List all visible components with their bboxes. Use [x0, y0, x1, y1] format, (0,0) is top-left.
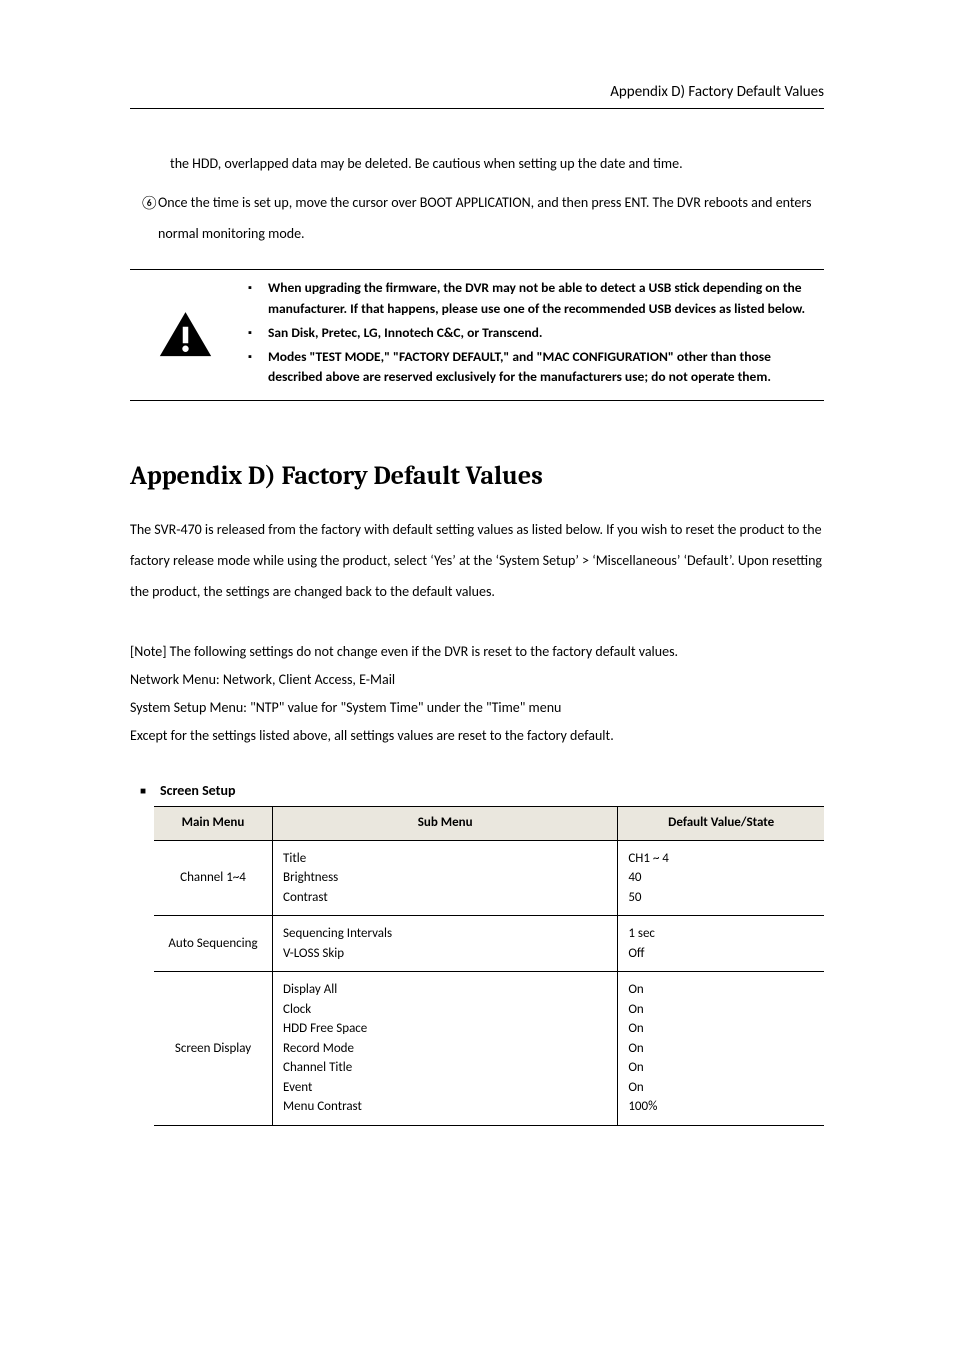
cell-default: CH1 ~ 4 40 50 [618, 840, 824, 916]
table-row: Screen Display Display All Clock HDD Fre… [154, 972, 824, 1126]
cell-main: Auto Sequencing [154, 916, 273, 972]
th-main: Main Menu [154, 807, 273, 841]
cell-sub: Display All Clock HDD Free Space Record … [273, 972, 618, 1126]
th-sub: Sub Menu [273, 807, 618, 841]
table-row: Channel 1~4 Title Brightness Contrast CH… [154, 840, 824, 916]
caution-list: ▪ When upgrading the firmware, the DVR m… [240, 278, 824, 391]
caution-text: San Disk, Pretec, LG, Innotech C&C, or T… [268, 323, 824, 343]
square-bullet-icon: ■ [140, 783, 160, 799]
caution-box: ▪ When upgrading the firmware, the DVR m… [130, 269, 824, 400]
bullet-icon: ▪ [248, 323, 268, 343]
appendix-heading: Appendix D) Factory Default Values [130, 456, 824, 498]
step-number: ⑥ [130, 188, 158, 250]
caution-item: ▪ Modes "TEST MODE," "FACTORY DEFAULT," … [248, 347, 824, 388]
appendix-intro: The SVR-470 is released from the factory… [130, 515, 824, 607]
table-row: Auto Sequencing Sequencing Intervals V-L… [154, 916, 824, 972]
note-line: Except for the settings listed above, al… [130, 722, 824, 750]
section-label: Screen Setup [160, 780, 236, 802]
cell-main: Channel 1~4 [154, 840, 273, 916]
note-line: [Note] The following settings do not cha… [130, 638, 824, 666]
cell-main: Screen Display [154, 972, 273, 1126]
note-block: [Note] The following settings do not cha… [130, 638, 824, 750]
cell-default: On On On On On On 100% [618, 972, 824, 1126]
bullet-icon: ▪ [248, 347, 268, 388]
cell-sub: Sequencing Intervals V-LOSS Skip [273, 916, 618, 972]
caution-text: Modes "TEST MODE," "FACTORY DEFAULT," an… [268, 347, 824, 388]
cell-default: 1 sec Off [618, 916, 824, 972]
th-default: Default Value/State [618, 807, 824, 841]
cell-sub: Title Brightness Contrast [273, 840, 618, 916]
note-line: Network Menu: Network, Client Access, E-… [130, 666, 824, 694]
hdd-note-text: the HDD, overlapped data may be deleted.… [130, 149, 824, 180]
page-header: Appendix D) Factory Default Values [130, 80, 824, 109]
caution-item: ▪ San Disk, Pretec, LG, Innotech C&C, or… [248, 323, 824, 343]
header-title: Appendix D) Factory Default Values [610, 83, 824, 101]
step-text: Once the time is set up, move the cursor… [158, 188, 824, 250]
warning-icon [130, 278, 240, 391]
caution-text: When upgrading the firmware, the DVR may… [268, 278, 824, 319]
section-header: ■ Screen Setup [130, 780, 824, 802]
defaults-table: Main Menu Sub Menu Default Value/State C… [154, 806, 824, 1126]
note-line: System Setup Menu: "NTP" value for "Syst… [130, 694, 824, 722]
bullet-icon: ▪ [248, 278, 268, 319]
table-header-row: Main Menu Sub Menu Default Value/State [154, 807, 824, 841]
caution-item: ▪ When upgrading the firmware, the DVR m… [248, 278, 824, 319]
step-item: ⑥ Once the time is set up, move the curs… [130, 188, 824, 250]
